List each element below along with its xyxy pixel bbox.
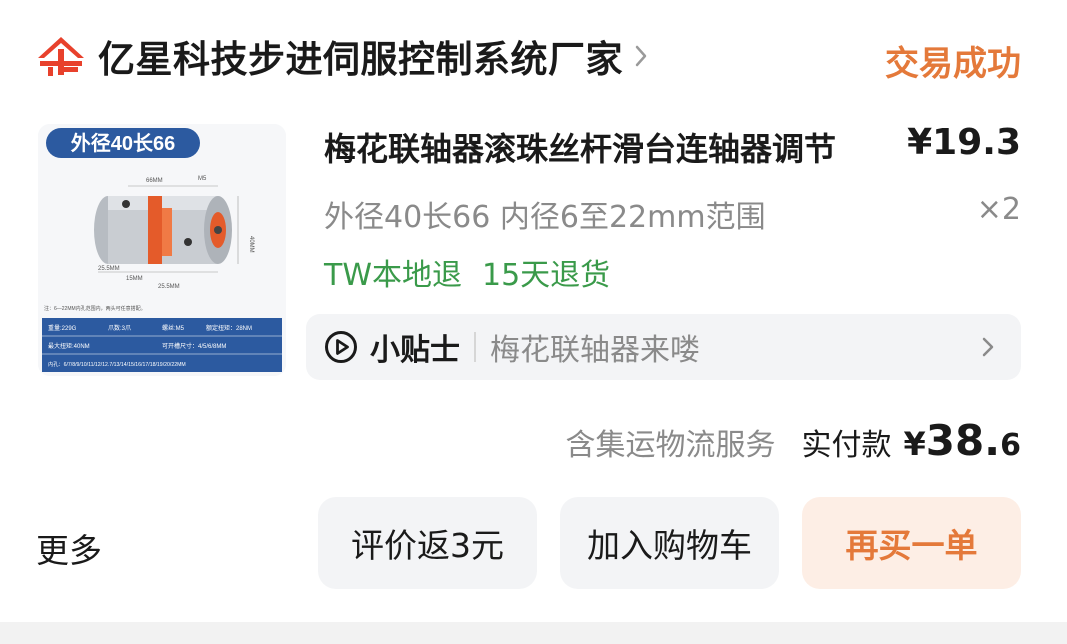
more-button[interactable]: 更多 (36, 524, 102, 572)
spec-bore: 内孔：6/7/8/9/10/11/12/12.7/13/14/15/16/17/… (48, 360, 186, 368)
service-tags: TW本地退 15天退货 (324, 250, 610, 294)
chevron-right-icon (635, 45, 647, 67)
paid-label: 实付款 (801, 428, 892, 463)
play-circle-icon (325, 331, 357, 363)
product-title[interactable]: 梅花联轴器滚珠丝杆滑台连轴器调节 (324, 124, 884, 170)
tmall-shop-logo-icon (34, 33, 88, 79)
shipping-note: 含集运物流服务 (565, 428, 776, 463)
image-dim-left: 25.5MM (98, 266, 120, 272)
add-to-cart-button[interactable]: 加入购物车 (560, 497, 779, 589)
spec-weight: 重量:229G (48, 324, 77, 332)
image-dim-right-bottom: 25.5MM (158, 284, 180, 290)
spec-max-torque: 最大扭矩:40NM (48, 342, 90, 350)
review-reward-button[interactable]: 评价返3元 (318, 497, 537, 589)
paid-amount-integer: 38. (925, 416, 1001, 465)
service-tag-15-day-return: 15天退货 (482, 258, 611, 293)
order-status: 交易成功 (885, 44, 1021, 84)
image-dim-mid: 15MM (126, 276, 143, 282)
product-quantity: ×2 (976, 192, 1021, 227)
product-price: ¥19.3 (907, 122, 1021, 163)
product-image[interactable]: 外径40长66 66MM M5 40MM 25.5MM 15MM 25.5MM (38, 124, 286, 376)
service-tag-local-return: TW本地退 (324, 258, 462, 293)
paid-currency-symbol: ¥ (903, 425, 926, 463)
spec-slot-size: 可开槽尺寸：4/5/6/8MM (162, 342, 226, 350)
image-dim-right: 40MM (248, 236, 254, 253)
image-banner-text: 外径40长66 (71, 131, 176, 155)
spec-claws: 爪数:3爪 (108, 324, 131, 332)
tip-bar[interactable]: 小贴士 梅花联轴器来喽 (306, 314, 1021, 380)
image-note: 注：6—22MM内孔范围内，两头可任意搭配。 (44, 305, 146, 312)
order-card: 亿星科技步进伺服控制系统厂家 交易成功 外径40长66 66MM M5 40MM… (0, 0, 1067, 622)
product-spec: 外径40长66 内径6至22mm范围 (324, 200, 766, 235)
payment-summary: 含集运物流服务 实付款 ¥ 38. 6 (565, 416, 1021, 465)
image-dim-screw: M5 (198, 176, 207, 182)
paid-amount-decimal: 6 (1000, 428, 1021, 463)
bottom-separator (0, 622, 1067, 644)
tip-divider (474, 332, 476, 362)
buy-again-button[interactable]: 再买一单 (802, 497, 1021, 589)
shop-name[interactable]: 亿星科技步进伺服控制系统厂家 (98, 29, 623, 83)
chevron-right-icon (982, 337, 994, 357)
spec-rated-torque: 额定扭矩：28NM (206, 324, 252, 332)
spec-screw: 螺丝:M5 (162, 324, 185, 332)
tip-label: 小贴士 (370, 333, 460, 368)
tip-text: 梅花联轴器来喽 (490, 333, 700, 368)
image-dim-top: 66MM (146, 178, 163, 184)
shop-header[interactable]: 亿星科技步进伺服控制系统厂家 (34, 26, 649, 86)
